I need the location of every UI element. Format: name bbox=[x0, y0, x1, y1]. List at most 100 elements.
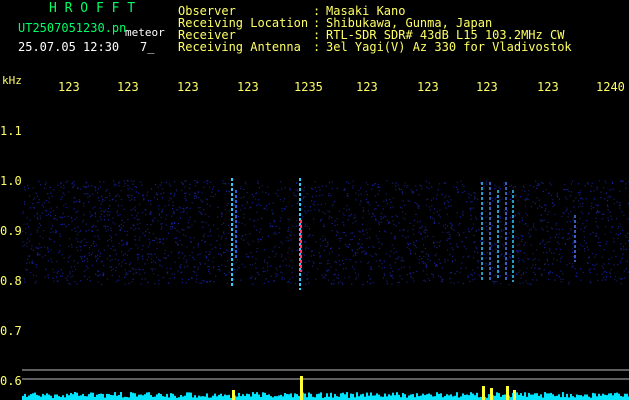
baseline-bar bbox=[334, 394, 336, 400]
noise-dot bbox=[185, 261, 187, 263]
noise-dot bbox=[49, 211, 52, 213]
noise-dot bbox=[453, 282, 455, 284]
noise-dot bbox=[517, 257, 519, 260]
noise-dot bbox=[613, 264, 615, 266]
noise-dot bbox=[308, 235, 310, 237]
noise-dot bbox=[144, 263, 146, 265]
noise-dot bbox=[602, 279, 604, 281]
noise-dot bbox=[86, 258, 88, 260]
noise-dot bbox=[52, 210, 54, 212]
noise-dot bbox=[362, 207, 364, 209]
baseline-bar bbox=[618, 393, 620, 400]
baseline-bar bbox=[460, 396, 462, 400]
noise-dot bbox=[164, 249, 166, 252]
noise-dot bbox=[197, 266, 199, 268]
noise-dot bbox=[518, 250, 520, 252]
noise-dot bbox=[270, 275, 272, 277]
noise-dot bbox=[146, 259, 148, 261]
noise-dot bbox=[147, 228, 149, 230]
noise-dot bbox=[580, 279, 582, 281]
noise-dot bbox=[200, 211, 202, 214]
noise-dot bbox=[74, 197, 76, 199]
noise-dot bbox=[475, 216, 477, 218]
noise-dot bbox=[128, 196, 130, 199]
noise-dot bbox=[548, 211, 550, 213]
noise-dot bbox=[432, 274, 434, 276]
baseline-bar bbox=[206, 393, 208, 400]
noise-dot bbox=[626, 260, 628, 262]
noise-dot bbox=[451, 228, 453, 230]
noise-dot bbox=[36, 213, 38, 215]
noise-dot bbox=[566, 209, 568, 211]
noise-dot bbox=[578, 206, 580, 208]
noise-dot bbox=[468, 228, 470, 230]
noise-dot bbox=[262, 267, 264, 269]
noise-dot bbox=[211, 191, 213, 193]
noise-dot bbox=[601, 213, 603, 215]
noise-dot bbox=[541, 274, 543, 276]
noise-dot bbox=[155, 262, 157, 264]
baseline-bar bbox=[218, 394, 220, 400]
noise-dot bbox=[466, 201, 468, 203]
noise-dot bbox=[327, 241, 329, 243]
noise-dot bbox=[182, 182, 184, 185]
noise-dot bbox=[617, 263, 619, 266]
noise-dot bbox=[486, 225, 488, 228]
noise-dot bbox=[362, 283, 364, 286]
noise-dot bbox=[462, 183, 464, 186]
noise-dot bbox=[154, 283, 156, 285]
noise-dot bbox=[140, 283, 142, 285]
noise-dot bbox=[121, 240, 123, 242]
noise-dot bbox=[134, 206, 136, 208]
noise-dot bbox=[274, 255, 276, 257]
noise-dot bbox=[331, 251, 333, 253]
noise-dot bbox=[429, 209, 431, 211]
noise-dot bbox=[599, 241, 601, 243]
noise-dot bbox=[585, 226, 587, 228]
noise-dot bbox=[280, 181, 282, 183]
noise-dot bbox=[373, 246, 375, 248]
noise-dot bbox=[600, 197, 602, 199]
noise-dot bbox=[93, 240, 95, 242]
noise-dot bbox=[60, 275, 62, 277]
noise-dot bbox=[114, 223, 116, 225]
baseline-bar bbox=[598, 393, 600, 400]
noise-dot bbox=[156, 248, 158, 250]
noise-dot bbox=[517, 200, 519, 202]
noise-dot bbox=[228, 224, 230, 226]
noise-dot bbox=[186, 246, 188, 248]
noise-dot bbox=[97, 274, 99, 276]
noise-dot bbox=[348, 182, 350, 184]
noise-dot bbox=[30, 271, 32, 274]
noise-dot bbox=[403, 185, 406, 187]
noise-dot bbox=[576, 222, 579, 224]
noise-dot bbox=[331, 188, 333, 190]
noise-dot bbox=[186, 212, 188, 214]
noise-dot bbox=[290, 259, 292, 262]
noise-dot bbox=[386, 203, 388, 205]
noise-dot bbox=[228, 182, 230, 185]
noise-dot bbox=[34, 282, 36, 284]
noise-dot bbox=[486, 252, 488, 254]
noise-dot bbox=[346, 193, 349, 195]
noise-dot bbox=[550, 194, 552, 196]
noise-dot bbox=[241, 235, 243, 237]
noise-dot bbox=[570, 191, 572, 193]
baseline-bar bbox=[538, 395, 540, 400]
noise-dot bbox=[401, 267, 403, 269]
noise-dot bbox=[78, 231, 80, 233]
baseline-bar bbox=[360, 394, 362, 400]
noise-dot bbox=[480, 265, 482, 267]
noise-dot bbox=[378, 190, 380, 192]
noise-dot bbox=[414, 253, 417, 255]
noise-dot bbox=[342, 212, 344, 214]
noise-dot bbox=[225, 237, 227, 240]
noise-dot bbox=[33, 215, 36, 217]
noise-dot bbox=[354, 214, 356, 216]
noise-dot bbox=[609, 211, 611, 213]
noise-dot bbox=[367, 184, 369, 186]
noise-dot bbox=[463, 282, 465, 285]
noise-dot bbox=[191, 251, 193, 254]
noise-dot bbox=[390, 267, 392, 269]
noise-dot bbox=[393, 247, 395, 249]
